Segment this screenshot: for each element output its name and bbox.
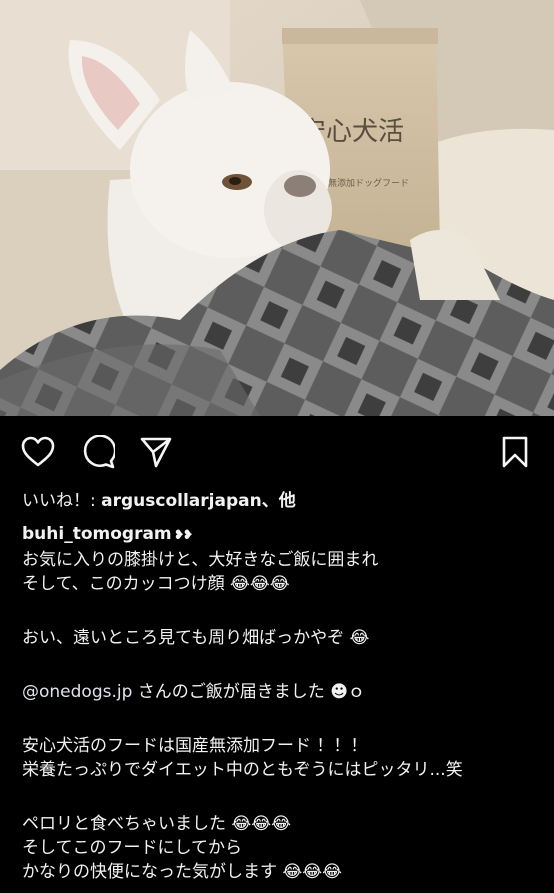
likes-prefix: いいね！: [22, 491, 102, 511]
caption-line: ペロリと食べちゃいました 😂😂😂 [22, 814, 291, 834]
caption-line: お気に入りの膝掛けと、大好きなご飯に囲まれ [22, 550, 379, 570]
heart-icon[interactable] [20, 434, 56, 470]
mention-link[interactable]: @onedogs.jp [22, 682, 132, 702]
post-photo[interactable]: 安心犬活 国産無添加ドッグフード [0, 0, 554, 416]
caption-text: さんのご飯が届きました ☻ｏ [132, 682, 365, 702]
action-bar [0, 416, 554, 488]
caption-line: 安心犬活のフードは国産無添加フード ！！！ [22, 736, 368, 756]
author-row: buhi_tomogram ❥❥ [22, 522, 538, 548]
caption-blank [22, 596, 538, 620]
caption-line: @onedogs.jp さんのご飯が届きました ☻ｏ [22, 680, 538, 704]
likes-summary[interactable]: いいね！: arguscollarjapan、他 [22, 489, 538, 513]
caption-blank [22, 782, 538, 806]
caption-line: 栄養たっぷりでダイエット中のともぞうにはピッタリ...笑 [22, 760, 463, 780]
caption-line: おい、遠いところ見ても周り畑ばっかやぞ 😂 [22, 628, 370, 648]
bookmark-icon[interactable] [497, 434, 533, 470]
caption-blank [22, 704, 538, 728]
caption-line: かなりの快便になった気がします 😂😂😂 [22, 862, 342, 882]
author-badge: ❥❥ [173, 528, 194, 543]
author-username[interactable]: buhi_tomogram [22, 524, 172, 544]
caption-line: そして、このカッコつけ顔 😂😂😂 [22, 574, 290, 594]
caption-line: そしてこのフードにしてから [22, 838, 242, 858]
caption-blank [22, 650, 538, 674]
comment-icon[interactable] [80, 434, 116, 470]
photo-illustration: 安心犬活 国産無添加ドッグフード [0, 0, 554, 416]
likes-users[interactable]: arguscollarjapan、他 [101, 491, 296, 511]
send-icon[interactable] [138, 434, 174, 470]
post-caption: いいね！: arguscollarjapan、他 buhi_tomogram ❥❥… [22, 488, 538, 884]
